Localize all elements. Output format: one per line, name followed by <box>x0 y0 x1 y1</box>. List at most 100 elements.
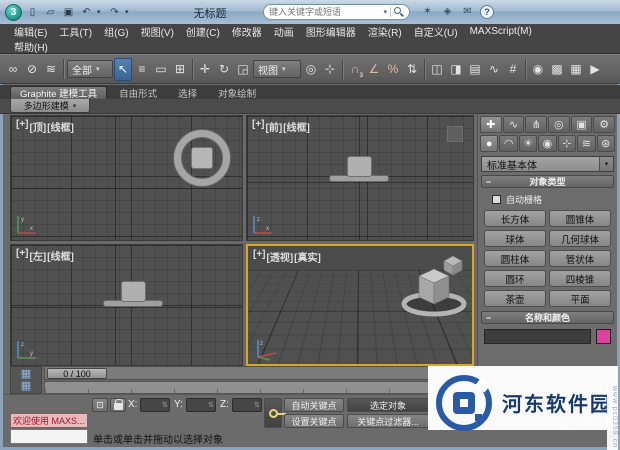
viewport-name-button[interactable]: [顶] <box>30 119 47 134</box>
menu-modifiers[interactable]: 修改器 <box>226 24 268 39</box>
select-object-icon[interactable]: ↖ <box>114 57 132 81</box>
sphere-button[interactable]: 球体 <box>484 230 546 247</box>
schematic-view-icon[interactable]: # <box>504 58 522 81</box>
communication-center-icon[interactable]: ◈ <box>440 4 455 19</box>
layer-manager-icon[interactable]: ▤ <box>466 58 484 81</box>
tab-graphite-modeling[interactable]: Graphite 建模工具 <box>10 86 108 100</box>
help-icon[interactable]: ? <box>480 4 494 19</box>
spinner-icon[interactable]: ⇅ <box>208 401 215 409</box>
viewport-shading-button[interactable]: [线框] <box>47 119 74 134</box>
x-coordinate-field[interactable]: ⇅ <box>140 398 170 412</box>
menu-animation[interactable]: 动画 <box>268 24 300 39</box>
selection-filter-dropdown[interactable]: 全部 ▾ <box>67 60 113 78</box>
key-filters-button[interactable]: 关键点过滤器... <box>347 414 429 428</box>
absolute-offset-toggle[interactable]: ⊡ <box>92 398 108 412</box>
space-warps-category-icon[interactable]: ≋ <box>577 135 596 152</box>
viewport-top[interactable]: [+] [顶] [线框] x y <box>10 115 243 241</box>
favorites-icon[interactable]: ✶ <box>420 4 435 19</box>
undo-icon[interactable]: ↶ <box>79 4 94 20</box>
curve-editor-icon[interactable]: ∿ <box>485 58 503 81</box>
object-name-input[interactable] <box>484 329 591 344</box>
geometry-category-icon[interactable]: ● <box>480 135 499 152</box>
menu-customize[interactable]: 自定义(U) <box>408 24 464 39</box>
selection-set-dropdown[interactable]: 选定对象 <box>347 398 429 412</box>
rectangular-selection-region-icon[interactable]: ▭ <box>152 58 170 81</box>
display-panel-icon[interactable]: ▣ <box>570 116 593 133</box>
maxscript-macro-recorder[interactable]: 欢迎使用 MAXS... <box>10 413 88 428</box>
render-production-icon[interactable]: ▶ <box>586 58 604 81</box>
selection-lock-toggle[interactable] <box>110 398 126 412</box>
auto-key-button[interactable]: 自动关键点 <box>284 398 344 412</box>
menu-group[interactable]: 组(G) <box>98 24 134 39</box>
set-keys-button[interactable] <box>264 398 286 428</box>
tab-selection[interactable]: 选择 <box>169 86 206 100</box>
polygon-modeling-panel-tab[interactable]: 多边形建模 ▾ <box>10 99 90 113</box>
new-file-icon[interactable]: ▯ <box>25 4 40 20</box>
torus-button[interactable]: 圆环 <box>484 270 546 287</box>
object-color-swatch[interactable] <box>596 329 611 344</box>
tab-object-paint[interactable]: 对象绘制 <box>209 86 265 100</box>
create-panel-icon[interactable]: ✚ <box>480 116 502 133</box>
reference-coordinate-dropdown[interactable]: 视图 ▾ <box>253 60 301 78</box>
box-button[interactable]: 长方体 <box>484 210 546 227</box>
geosphere-button[interactable]: 几何球体 <box>549 230 611 247</box>
menu-rendering[interactable]: 渲染(R) <box>362 24 408 39</box>
viewport-shading-button[interactable]: [真实] <box>294 249 321 264</box>
menu-maxscript[interactable]: MAXScript(M) <box>464 26 538 37</box>
viewcube[interactable] <box>442 254 464 276</box>
menu-create[interactable]: 创建(C) <box>180 24 226 39</box>
object-type-rollout[interactable]: − 对象类型 <box>481 175 614 188</box>
viewport-name-button[interactable]: [左] <box>30 248 47 263</box>
utilities-panel-icon[interactable]: ⚙ <box>593 116 616 133</box>
menu-help[interactable]: 帮助(H) <box>8 39 54 54</box>
material-editor-icon[interactable]: ◉ <box>529 58 547 81</box>
autogrid-checkbox[interactable] <box>492 195 501 204</box>
plane-button[interactable]: 平面 <box>549 290 611 307</box>
y-coordinate-field[interactable]: ⇅ <box>186 398 216 412</box>
subscription-center-icon[interactable]: ✉ <box>460 4 475 19</box>
redo-dropdown-icon[interactable]: ▾ <box>125 8 132 16</box>
select-and-rotate-icon[interactable]: ↻ <box>215 58 233 81</box>
search-icon[interactable] <box>394 7 404 17</box>
bind-to-space-warp-icon[interactable]: ≋ <box>42 58 60 81</box>
lights-category-icon[interactable]: ☀ <box>518 135 538 152</box>
cameras-category-icon[interactable]: ◉ <box>538 135 557 152</box>
track-bar[interactable] <box>44 381 474 394</box>
helpers-category-icon[interactable]: ⊹ <box>557 135 577 152</box>
render-setup-icon[interactable]: ▩ <box>548 58 566 81</box>
primitive-category-dropdown[interactable]: 标准基本体 ▾ <box>481 156 614 172</box>
viewport-menu-button[interactable]: [+] <box>16 119 29 134</box>
pyramid-button[interactable]: 四棱锥 <box>549 270 611 287</box>
application-menu-button[interactable]: 3 <box>5 3 22 21</box>
modify-panel-icon[interactable]: ∿ <box>502 116 525 133</box>
set-key-button[interactable]: 设置关键点 <box>284 414 344 428</box>
redo-icon[interactable]: ↷ <box>107 4 122 20</box>
cone-button[interactable]: 圆锥体 <box>549 210 611 227</box>
hierarchy-panel-icon[interactable]: ⋔ <box>525 116 548 133</box>
search-scope-dropdown-icon[interactable]: ▾ <box>383 8 387 16</box>
menu-edit[interactable]: 编辑(E) <box>8 24 53 39</box>
percent-snap-icon[interactable]: % <box>384 58 402 81</box>
viewport-name-button[interactable]: [透视] <box>267 249 294 264</box>
teapot-button[interactable]: 茶壶 <box>484 290 546 307</box>
time-slider[interactable]: 0 / 100 <box>44 366 474 380</box>
time-slider-handle[interactable]: 0 / 100 <box>47 368 107 379</box>
search-input[interactable] <box>269 7 381 17</box>
viewport-perspective[interactable]: [+] [透视] [真实] z <box>246 244 474 366</box>
viewport-menu-button[interactable]: [+] <box>16 248 29 263</box>
save-file-icon[interactable]: ▣ <box>61 4 76 20</box>
unlink-selection-icon[interactable]: ⊘ <box>23 58 41 81</box>
viewport-shading-button[interactable]: [线框] <box>47 248 74 263</box>
spinner-icon[interactable]: ⇅ <box>162 401 169 409</box>
viewport-shading-button[interactable]: [线框] <box>283 119 310 134</box>
viewcube[interactable] <box>447 126 463 142</box>
undo-dropdown-icon[interactable]: ▾ <box>97 8 104 16</box>
viewport-name-button[interactable]: [前] <box>266 119 283 134</box>
spinner-icon[interactable]: ⇅ <box>254 401 261 409</box>
tube-button[interactable]: 管状体 <box>549 250 611 267</box>
chevron-down-icon[interactable]: ▾ <box>599 157 613 171</box>
select-and-scale-icon[interactable]: ◲ <box>234 58 252 81</box>
layout-preset-icon[interactable]: ▦ <box>21 380 31 392</box>
cylinder-button[interactable]: 圆柱体 <box>484 250 546 267</box>
layout-preset-icon[interactable]: ▦ <box>21 368 31 380</box>
